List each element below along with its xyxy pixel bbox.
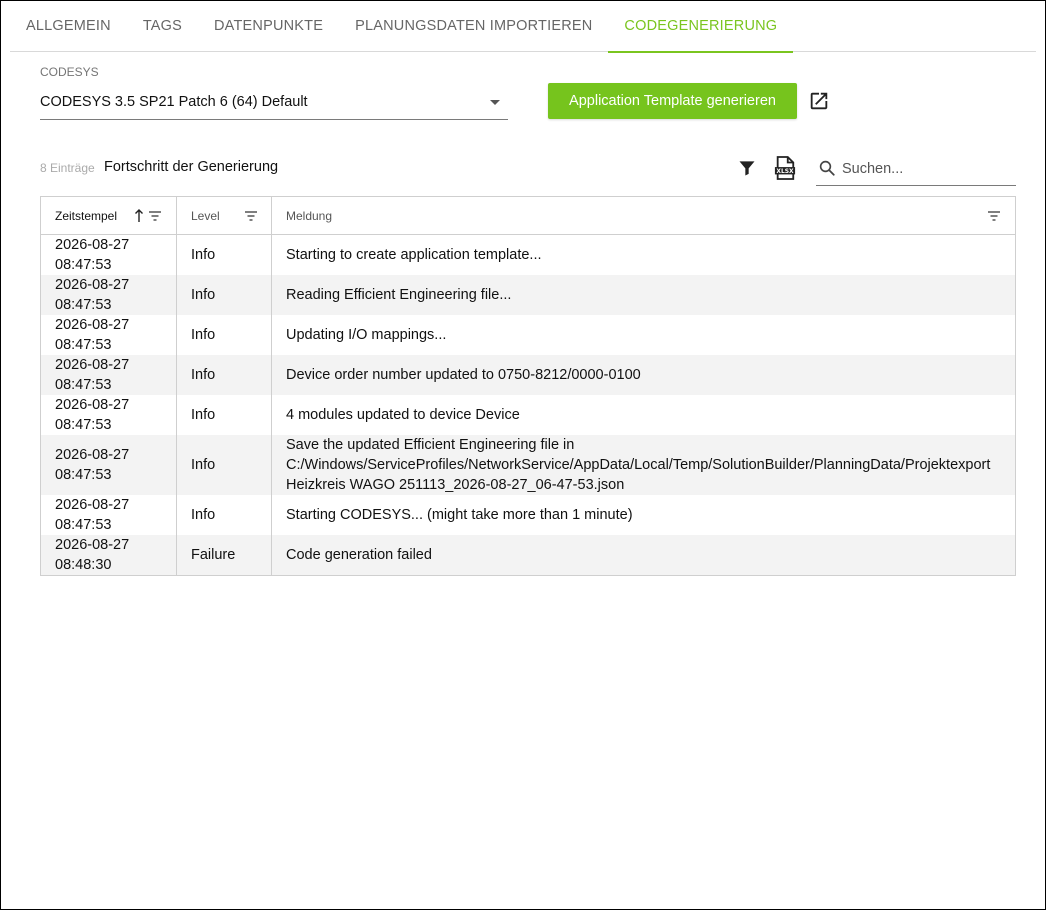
timestamp-date: 2026-08-27 — [55, 237, 130, 253]
tab-datenpunkte[interactable]: DATENPUNKTE — [198, 0, 339, 52]
message-cell: Code generation failed — [286, 547, 432, 563]
timestamp-time: 08:47:53 — [55, 517, 112, 533]
table-row[interactable]: 2026-08-27 08:47:53 Info Save the update… — [41, 435, 1015, 495]
svg-text:XLSX: XLSX — [776, 168, 794, 175]
table-row[interactable]: 2026-08-27 08:47:53 Info Reading Efficie… — [41, 275, 1015, 315]
column-header-level[interactable]: Level — [177, 197, 272, 234]
tab-bar: ALLGEMEIN TAGS DATENPUNKTE PLANUNGSDATEN… — [10, 0, 1036, 53]
tab-tags[interactable]: TAGS — [127, 0, 198, 52]
search-input[interactable] — [840, 156, 1014, 182]
column-filter-icon[interactable] — [244, 210, 258, 222]
tab-allgemein[interactable]: ALLGEMEIN — [10, 0, 127, 52]
log-table: Zeitstempel Level Meldung 2026-08-27 08:… — [40, 196, 1016, 576]
timestamp-date: 2026-08-27 — [55, 447, 130, 463]
column-label-meldung: Meldung — [286, 208, 333, 223]
message-cell: Save the updated Efficient Engineering f… — [286, 437, 991, 493]
timestamp-time: 08:47:53 — [55, 377, 112, 393]
timestamp-date: 2026-08-27 — [55, 397, 130, 413]
timestamp-cell: 2026-08-27 08:47:53 — [41, 355, 177, 395]
timestamp-cell: 2026-08-27 08:47:53 — [41, 235, 177, 275]
table-row[interactable]: 2026-08-27 08:47:53 Info 4 modules updat… — [41, 395, 1015, 435]
message-cell: Starting to create application template.… — [286, 247, 542, 263]
timestamp-date: 2026-08-27 — [55, 537, 130, 553]
timestamp-time: 08:47:53 — [55, 257, 112, 273]
timestamp-cell: 2026-08-27 08:47:53 — [41, 395, 177, 435]
tab-planungsdaten-importieren[interactable]: PLANUNGSDATEN IMPORTIEREN — [339, 0, 608, 52]
codesys-selected-value: CODESYS 3.5 SP21 Patch 6 (64) Default — [40, 94, 308, 110]
column-header-zeitstempel[interactable]: Zeitstempel — [41, 197, 177, 234]
timestamp-cell: 2026-08-27 08:48:30 — [41, 535, 177, 575]
message-cell: 4 modules updated to device Device — [286, 407, 520, 423]
message-cell: Updating I/O mappings... — [286, 327, 447, 343]
table-row[interactable]: 2026-08-27 08:47:53 Info Updating I/O ma… — [41, 315, 1015, 355]
open-external-icon[interactable] — [808, 90, 830, 112]
timestamp-cell: 2026-08-27 08:47:53 — [41, 435, 177, 495]
message-cell: Starting CODESYS... (might take more tha… — [286, 507, 633, 523]
timestamp-date: 2026-08-27 — [55, 317, 130, 333]
timestamp-time: 08:47:53 — [55, 337, 112, 353]
column-label-zeitstempel: Zeitstempel — [55, 208, 118, 223]
level-cell: Failure — [177, 535, 272, 575]
generate-template-button[interactable]: Application Template generieren — [548, 83, 797, 119]
column-filter-icon[interactable] — [148, 210, 162, 222]
level-cell: Info — [177, 355, 272, 395]
table-row[interactable]: 2026-08-27 08:47:53 Info Starting to cre… — [41, 235, 1015, 275]
column-label-level: Level — [191, 208, 220, 223]
timestamp-cell: 2026-08-27 08:47:53 — [41, 495, 177, 535]
level-cell: Info — [177, 275, 272, 315]
timestamp-time: 08:47:53 — [55, 417, 112, 433]
column-filter-icon[interactable] — [987, 210, 1001, 222]
timestamp-date: 2026-08-27 — [55, 497, 130, 513]
timestamp-cell: 2026-08-27 08:47:53 — [41, 315, 177, 355]
timestamp-date: 2026-08-27 — [55, 277, 130, 293]
message-cell: Device order number updated to 0750-8212… — [286, 367, 641, 383]
search-icon — [819, 160, 835, 176]
table-row[interactable]: 2026-08-27 08:48:30 Failure Code generat… — [41, 535, 1015, 575]
level-cell: Info — [177, 435, 272, 495]
level-cell: Info — [177, 315, 272, 355]
search-box[interactable] — [816, 154, 1016, 186]
sort-ascending-icon[interactable] — [134, 209, 144, 223]
codesys-label: CODESYS — [40, 65, 99, 79]
timestamp-date: 2026-08-27 — [55, 357, 130, 373]
export-xlsx-icon[interactable]: XLSX — [774, 156, 796, 180]
timestamp-time: 08:48:30 — [55, 557, 112, 573]
timestamp-time: 08:47:53 — [55, 467, 112, 483]
entry-count: 8 Einträge — [40, 161, 95, 175]
table-header: Zeitstempel Level Meldung — [41, 197, 1015, 235]
table-body: 2026-08-27 08:47:53 Info Starting to cre… — [41, 235, 1015, 575]
level-cell: Info — [177, 395, 272, 435]
message-cell: Reading Efficient Engineering file... — [286, 287, 512, 303]
timestamp-time: 08:47:53 — [55, 297, 112, 313]
filter-icon[interactable] — [737, 158, 757, 178]
level-cell: Info — [177, 235, 272, 275]
timestamp-cell: 2026-08-27 08:47:53 — [41, 275, 177, 315]
level-cell: Info — [177, 495, 272, 535]
table-title: Fortschritt der Generierung — [104, 159, 279, 175]
table-row[interactable]: 2026-08-27 08:47:53 Info Device order nu… — [41, 355, 1015, 395]
column-header-meldung[interactable]: Meldung — [272, 197, 1015, 234]
tab-codegenerierung[interactable]: CODEGENERIERUNG — [608, 0, 794, 53]
codesys-version-select[interactable]: CODESYS 3.5 SP21 Patch 6 (64) Default — [40, 88, 508, 120]
table-row[interactable]: 2026-08-27 08:47:53 Info Starting CODESY… — [41, 495, 1015, 535]
dropdown-arrow-icon — [490, 100, 500, 105]
